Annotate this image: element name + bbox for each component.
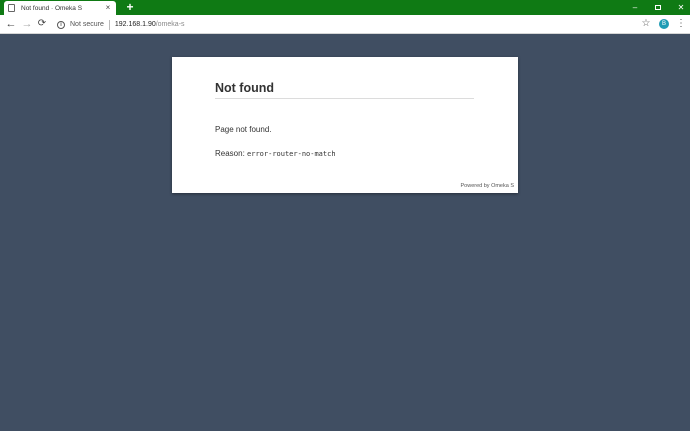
tab-close-icon[interactable]: × <box>104 4 112 12</box>
browser-toolbar: ← → ⟳ i Not secure 192.168.1.90 /omeka-s… <box>0 15 690 34</box>
reason-code: error-router-no-match <box>247 150 336 158</box>
bookmark-star-icon[interactable]: ☆ <box>640 17 652 31</box>
page-title: Not found <box>215 81 275 95</box>
tab-title: Not found · Omeka S <box>21 4 83 12</box>
title-divider <box>215 98 474 99</box>
reason-label: Reason: <box>215 149 248 158</box>
menu-dots-icon[interactable]: ⋮ <box>676 17 686 31</box>
new-tab-button[interactable]: + <box>124 1 136 13</box>
page-icon <box>8 4 15 12</box>
divider <box>108 19 110 30</box>
browser-titlebar: Not found · Omeka S × + – ✕ <box>0 0 690 15</box>
back-button[interactable]: ← <box>4 17 18 31</box>
address-bar[interactable]: i Not secure 192.168.1.90 /omeka-s <box>52 17 657 32</box>
security-label[interactable]: Not secure <box>70 21 104 28</box>
info-icon[interactable]: i <box>57 20 65 29</box>
powered-by-footer: Powered by Omeka S <box>460 183 515 189</box>
error-reason: Reason: error-router-no-match <box>215 149 336 158</box>
close-window-button[interactable]: ✕ <box>668 0 690 15</box>
url-path[interactable]: /omeka-s <box>156 21 185 28</box>
reload-button[interactable]: ⟳ <box>35 17 49 31</box>
browser-tab[interactable]: Not found · Omeka S × <box>4 1 116 15</box>
error-message: Page not found. <box>215 125 272 134</box>
maximize-icon <box>655 5 661 11</box>
forward-button[interactable]: → <box>20 17 34 31</box>
error-card: Not found Page not found. Reason: error-… <box>172 57 518 193</box>
url-host[interactable]: 192.168.1.90 <box>115 21 156 28</box>
profile-avatar[interactable]: B <box>659 19 669 29</box>
